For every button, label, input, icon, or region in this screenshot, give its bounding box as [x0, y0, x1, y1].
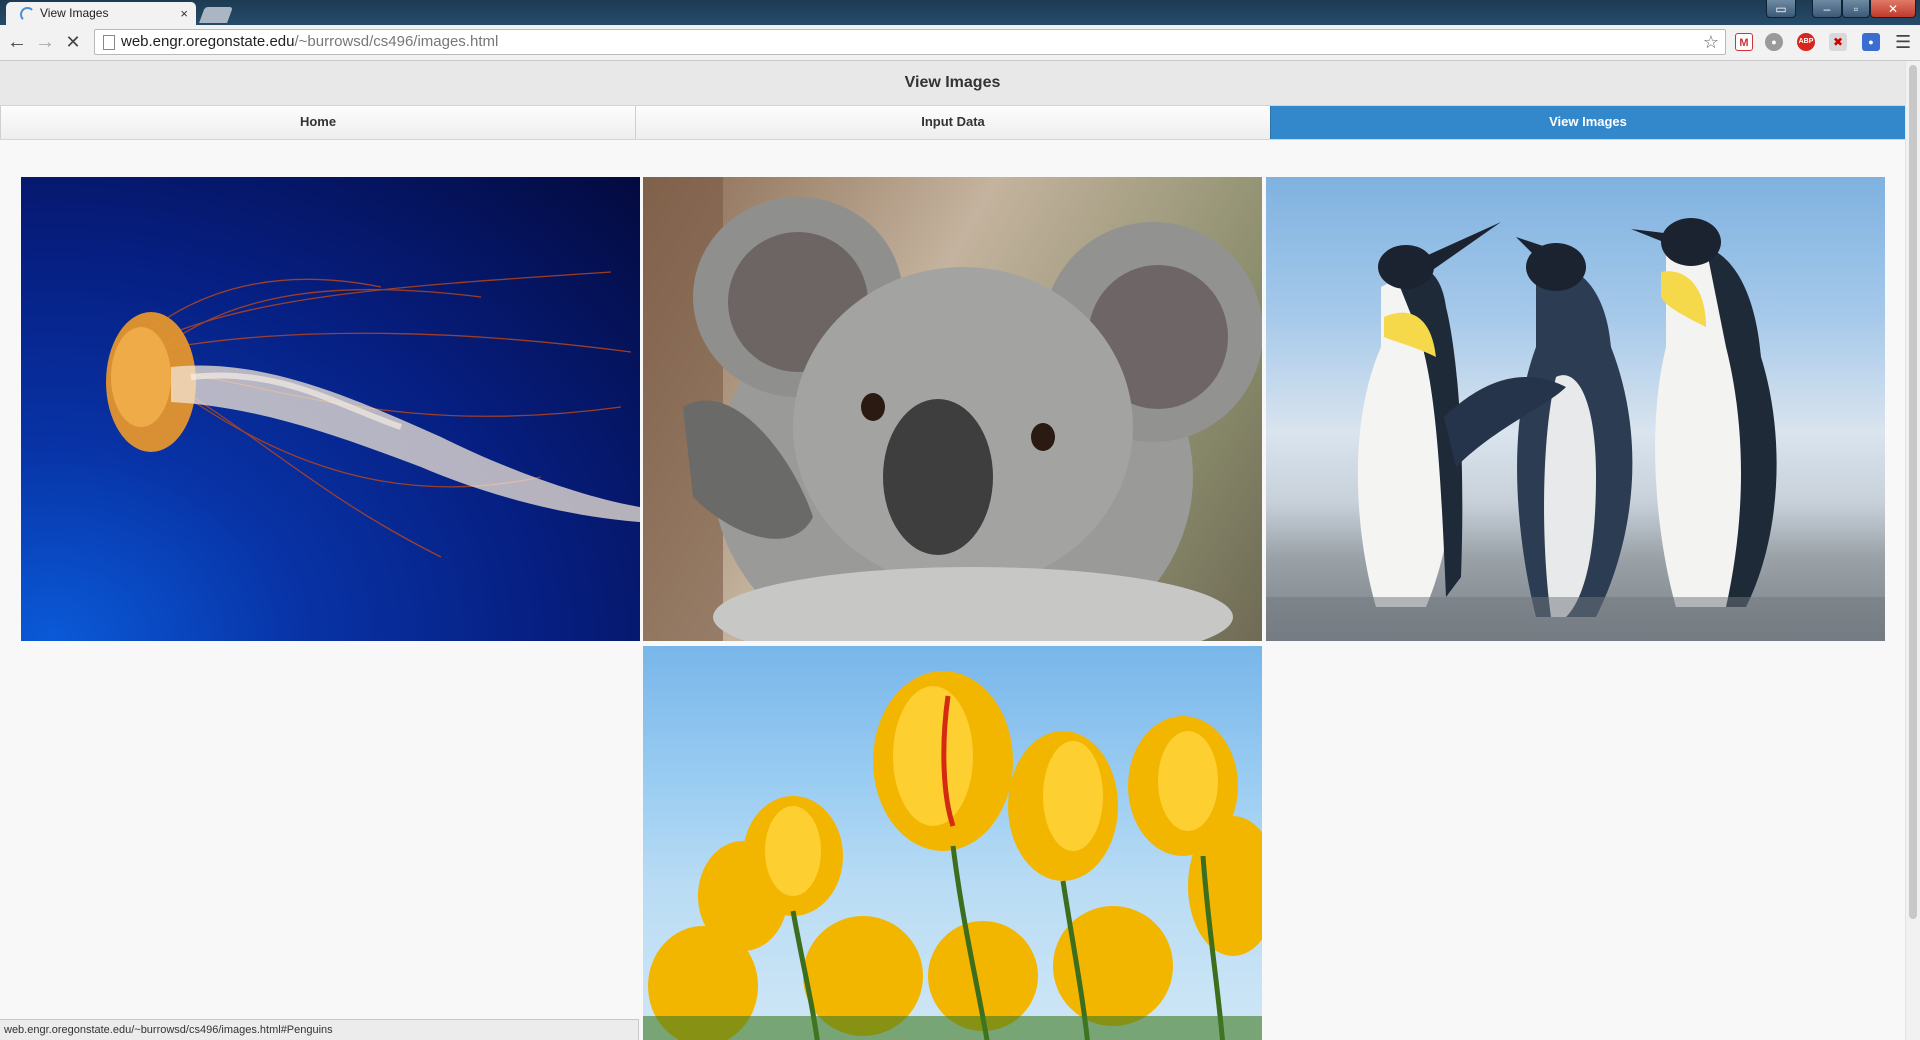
- tab-close-icon[interactable]: ×: [180, 2, 188, 25]
- koala-image[interactable]: [643, 177, 1262, 641]
- minimize-button[interactable]: –: [1812, 0, 1842, 18]
- blue-extension-icon[interactable]: ●: [1862, 33, 1880, 51]
- scrollbar-thumb[interactable]: [1909, 65, 1917, 919]
- browser-toolbar: ← → ✕ web.engr.oregonstate.edu/~burrowsd…: [0, 25, 1920, 61]
- page-icon: [103, 35, 115, 50]
- url-host: web.engr.oregonstate.edu: [121, 33, 295, 50]
- back-arrow-icon[interactable]: ←: [6, 31, 28, 53]
- forward-arrow-icon[interactable]: →: [34, 31, 56, 53]
- page-title: View Images: [0, 61, 1905, 106]
- close-window-button[interactable]: ✕: [1870, 0, 1916, 18]
- address-bar[interactable]: web.engr.oregonstate.edu/~burrowsd/cs496…: [94, 29, 1726, 55]
- nav-input-data[interactable]: Input Data: [635, 106, 1270, 139]
- profile-icon[interactable]: ▭: [1766, 0, 1796, 18]
- stop-loading-icon[interactable]: ✕: [62, 31, 84, 53]
- tab-title: View Images: [40, 6, 109, 20]
- url-text: web.engr.oregonstate.edu/~burrowsd/cs496…: [121, 30, 498, 54]
- browser-tab[interactable]: View Images ×: [6, 2, 196, 25]
- window-titlebar: View Images × ▭ – ▫ ✕: [0, 0, 1920, 25]
- penguins-image[interactable]: [1266, 177, 1885, 641]
- page-viewport: View Images Home Input Data View Images: [0, 61, 1905, 1040]
- jellyfish-image[interactable]: [21, 177, 640, 641]
- menu-icon[interactable]: ☰: [1895, 32, 1911, 53]
- status-bar-url: web.engr.oregonstate.edu/~burrowsd/cs496…: [0, 1019, 639, 1040]
- bookmark-star-icon[interactable]: ☆: [1703, 30, 1719, 54]
- vertical-scrollbar[interactable]: [1905, 61, 1920, 1040]
- nav-view-images[interactable]: View Images: [1270, 106, 1905, 139]
- chat-icon[interactable]: ●: [1765, 33, 1783, 51]
- new-tab-button[interactable]: [199, 7, 233, 23]
- nav-home[interactable]: Home: [0, 106, 635, 139]
- tulips-image[interactable]: [643, 646, 1262, 1040]
- loading-spinner-icon: [20, 7, 35, 22]
- maximize-button[interactable]: ▫: [1842, 0, 1870, 18]
- url-path: /~burrowsd/cs496/images.html: [294, 33, 499, 50]
- nav-bar: Home Input Data View Images: [0, 106, 1905, 140]
- adblock-plus-icon[interactable]: ABP: [1797, 33, 1815, 51]
- red-extension-icon[interactable]: ✖: [1829, 33, 1847, 51]
- gmail-icon[interactable]: M: [1735, 33, 1753, 51]
